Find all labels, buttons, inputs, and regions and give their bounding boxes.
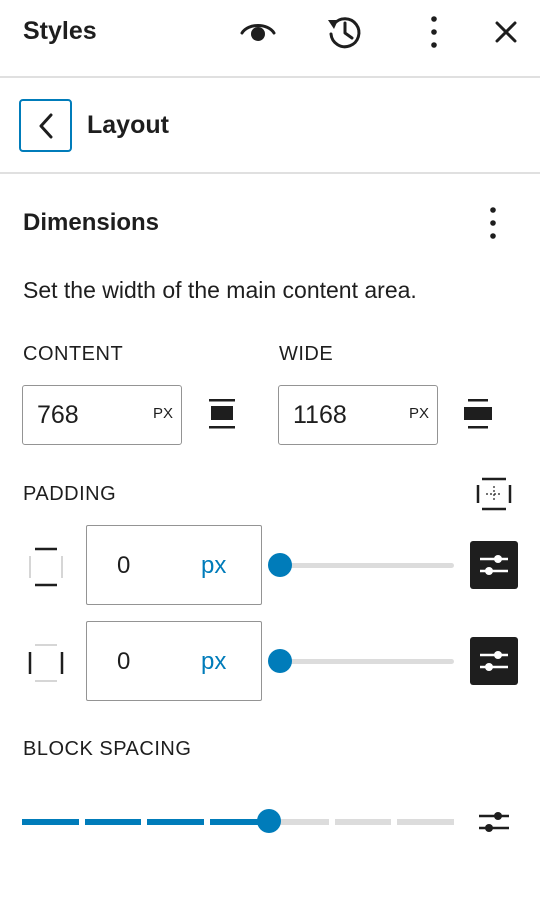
- vertical-padding-custom-button[interactable]: [470, 541, 518, 589]
- dimensions-options-button[interactable]: [471, 201, 515, 245]
- navigation-header: Layout: [0, 78, 540, 174]
- vertical-padding-slider[interactable]: [268, 552, 454, 578]
- vertical-padding-input[interactable]: [117, 551, 177, 581]
- spacing-step[interactable]: [84, 819, 142, 825]
- vertical-padding-icon: [26, 546, 66, 588]
- align-none-icon: [209, 399, 235, 429]
- spacing-step[interactable]: [147, 819, 204, 825]
- spacing-step[interactable]: [397, 819, 454, 825]
- dimensions-title: Dimensions: [23, 209, 160, 236]
- sides-axial-icon: [476, 477, 512, 511]
- sides-horizontal-icon: [28, 644, 64, 682]
- revisions-button[interactable]: [323, 10, 367, 54]
- horizontal-padding-icon: [26, 642, 66, 684]
- style-book-button[interactable]: [236, 10, 280, 54]
- wide-width-field[interactable]: PX: [278, 385, 438, 445]
- block-spacing-custom-button[interactable]: [476, 806, 512, 838]
- vertical-padding-field[interactable]: px: [86, 525, 262, 605]
- wide-width-icon: [461, 396, 495, 432]
- padding-label: PADDING: [23, 483, 117, 505]
- screen-title: Layout: [87, 111, 169, 139]
- content-width-field[interactable]: PX: [22, 385, 182, 445]
- close-icon: [495, 21, 517, 43]
- eye-icon: [240, 24, 276, 41]
- spacing-step[interactable]: [22, 819, 79, 825]
- sides-vertical-icon: [29, 547, 63, 587]
- content-width-input[interactable]: [37, 400, 137, 430]
- wide-width-unit: PX: [408, 405, 429, 422]
- settings-icon: [480, 651, 508, 671]
- horizontal-padding-input[interactable]: [117, 647, 177, 677]
- wide-width-label: WIDE: [279, 343, 334, 365]
- slider-thumb[interactable]: [268, 649, 292, 673]
- settings-icon: [480, 555, 508, 575]
- chevron-left-icon: [39, 113, 52, 138]
- horizontal-padding-field[interactable]: px: [86, 621, 262, 701]
- content-width-label: CONTENT: [23, 343, 124, 365]
- slider-track: [268, 659, 454, 664]
- slider-thumb[interactable]: [257, 809, 282, 833]
- settings-icon: [479, 812, 509, 832]
- block-spacing-slider[interactable]: [22, 808, 454, 834]
- spacing-step[interactable]: [334, 819, 392, 825]
- unlink-sides-button[interactable]: [474, 476, 514, 512]
- slider-thumb[interactable]: [268, 553, 292, 577]
- back-button[interactable]: [19, 99, 72, 152]
- horizontal-padding-slider[interactable]: [268, 648, 454, 674]
- panel-header: Styles: [0, 0, 540, 78]
- content-width-icon: [205, 396, 239, 432]
- slider-track: [268, 563, 454, 568]
- content-width-unit: PX: [152, 405, 173, 422]
- block-spacing-label: BLOCK SPACING: [23, 738, 192, 760]
- dimensions-description: Set the width of the main content area.: [23, 277, 417, 303]
- vertical-padding-unit[interactable]: px: [201, 552, 226, 580]
- horizontal-padding-unit[interactable]: px: [201, 648, 226, 676]
- horizontal-padding-custom-button[interactable]: [470, 637, 518, 685]
- panel-title: Styles: [23, 17, 97, 45]
- more-vertical-icon: [490, 207, 496, 239]
- close-button[interactable]: [484, 10, 528, 54]
- wide-width-input[interactable]: [293, 400, 393, 430]
- history-icon: [328, 17, 361, 49]
- align-wide-icon: [464, 399, 492, 429]
- more-options-button[interactable]: [412, 10, 456, 54]
- more-vertical-icon: [431, 16, 437, 48]
